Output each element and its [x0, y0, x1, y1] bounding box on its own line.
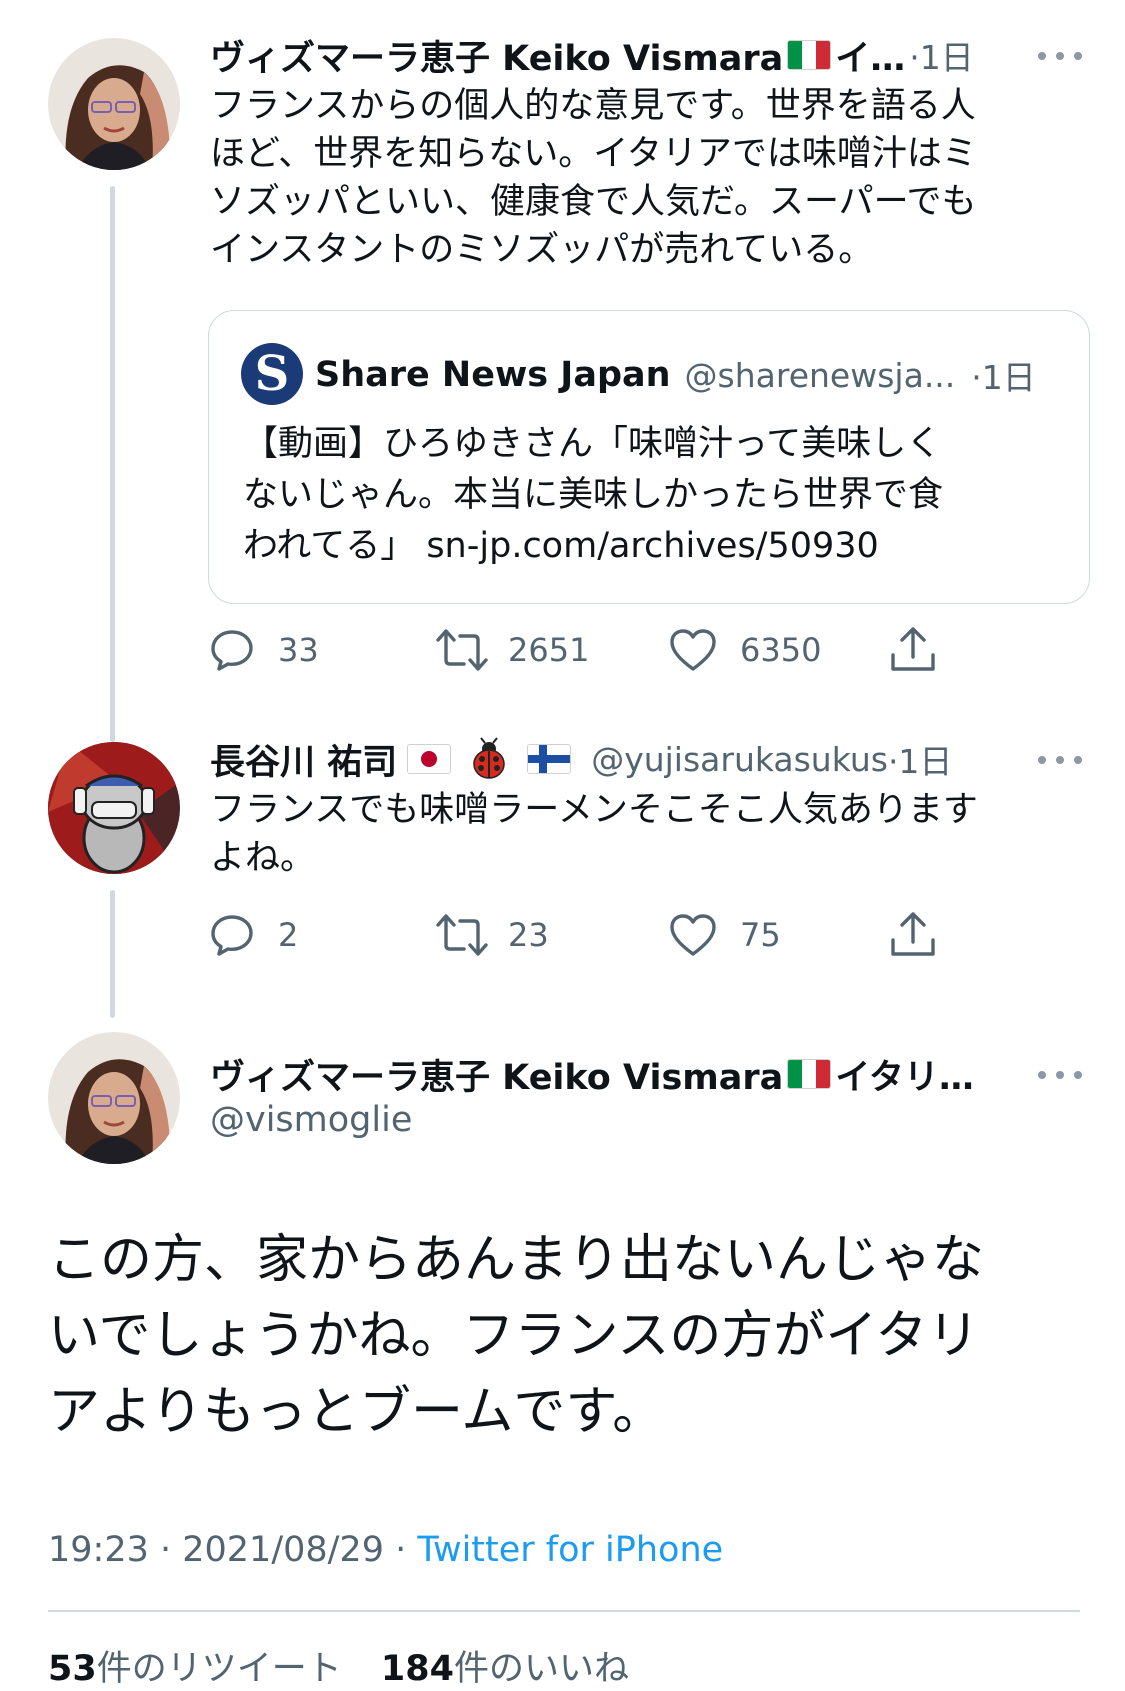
like-stat-count: 184: [380, 1649, 454, 1689]
quote-author-name: Share News Japan: [315, 355, 671, 395]
reply-button[interactable]: 33: [208, 625, 319, 675]
timestamp-text: 19:23 · 2021/08/29 ·: [48, 1530, 418, 1570]
tweet2-header: 長谷川 祐司 @yujisarukasukus ·1日: [210, 735, 1030, 783]
retweet-count: 23: [508, 916, 549, 954]
quote-tweet-card[interactable]: S Share News Japan @sharenewsja... ·1日 【…: [208, 310, 1090, 604]
main-header: ヴィズマーラ恵子 Keiko Vismara イタリ…: [210, 1050, 1030, 1098]
thread-line: [110, 890, 115, 1018]
share-upload-icon: [891, 627, 935, 671]
avatar-keiko[interactable]: [48, 38, 180, 170]
share-upload-icon: [891, 912, 935, 956]
main-tweet-text: この方、家からあんまり出ないんじゃな いでしょうかね。フランスの方がイタリ アよ…: [48, 1230, 985, 1442]
speech-bubble-icon: [211, 630, 253, 671]
retweet-arrows-icon: [436, 629, 488, 671]
author-handle[interactable]: @vismoglie: [210, 1100, 412, 1140]
italy-flag-icon: [787, 40, 832, 70]
like-count: 75: [740, 916, 781, 954]
reply-button[interactable]: 2: [208, 910, 298, 960]
source-app-link[interactable]: Twitter for iPhone: [417, 1530, 723, 1570]
share-news-logo: S: [241, 343, 303, 405]
like-button[interactable]: 6350: [668, 625, 821, 675]
retweet-count: 2651: [508, 631, 590, 669]
like-count: 6350: [740, 631, 822, 669]
tweet-time[interactable]: ·1日: [909, 31, 974, 79]
thread-line: [110, 186, 115, 742]
retweet-stat-count: 53: [48, 1649, 97, 1689]
author-name[interactable]: ヴィズマーラ恵子 Keiko Vismara: [210, 1050, 783, 1098]
share-button[interactable]: [888, 625, 938, 675]
author-name-suffix[interactable]: イ…: [835, 31, 905, 79]
tweet-timestamp: 19:23 · 2021/08/29 · Twitter for iPhone: [48, 1530, 723, 1570]
like-stat-label: 件のいいね: [453, 1649, 629, 1689]
reply-count: 2: [278, 916, 299, 954]
reply-count: 33: [278, 631, 319, 669]
author-name-suffix[interactable]: イタリ…: [835, 1050, 974, 1098]
more-dots-icon[interactable]: [1038, 1069, 1082, 1081]
retweet-button[interactable]: 2651: [434, 625, 589, 675]
tweet1-header: ヴィズマーラ恵子 Keiko Vismara イ… ·1日: [210, 31, 1030, 79]
heart-icon: [670, 629, 716, 671]
tweet2-actions: 2 23 75: [208, 910, 1008, 960]
engagement-stats: 53件のリツイート 184件のいいね: [48, 1640, 629, 1691]
author-name[interactable]: 長谷川 祐司: [210, 735, 397, 783]
speech-bubble-icon: [211, 915, 253, 956]
avatar-yuji[interactable]: [48, 742, 180, 874]
more-dots-icon[interactable]: [1038, 754, 1082, 766]
author-name[interactable]: ヴィズマーラ恵子 Keiko Vismara: [210, 31, 783, 79]
divider: [48, 1610, 1080, 1612]
quote-time: ·1日: [971, 358, 1036, 397]
author-handle[interactable]: @yujisarukasukus: [591, 740, 888, 779]
retweet-stat[interactable]: 53件のリツイート: [48, 1649, 342, 1689]
tweet1-actions: 33 2651 6350: [208, 625, 1008, 675]
retweet-stat-label: 件のリツイート: [96, 1649, 342, 1689]
quote-header: Share News Japan @sharenewsja... ·1日: [315, 351, 1075, 399]
ladybug-emoji: [467, 737, 511, 781]
tweet-time[interactable]: ·1日: [888, 735, 953, 783]
japan-flag-icon: [407, 744, 452, 774]
retweet-button[interactable]: 23: [434, 910, 549, 960]
finland-flag-icon: [527, 744, 572, 774]
share-button[interactable]: [888, 910, 938, 960]
more-dots-icon[interactable]: [1038, 50, 1082, 62]
retweet-arrows-icon: [436, 914, 488, 956]
quote-text: 【動画】ひろゆきさん「味噌汁って美味しく ないじゃん。本当に美味しかったら世界で…: [243, 424, 944, 566]
heart-icon: [670, 914, 716, 956]
like-stat[interactable]: 184件のいいね: [381, 1649, 629, 1689]
like-button[interactable]: 75: [668, 910, 781, 960]
tweet1-text: フランスからの個人的な意見です。世界を語る人 ほど、世界を知らない。イタリアでは…: [210, 86, 977, 270]
avatar-keiko-main[interactable]: [48, 1032, 180, 1164]
italy-flag-icon: [787, 1059, 832, 1089]
tweet2-text: フランスでも味噌ラーメンそこそこ人気あります よね。: [210, 790, 978, 878]
quote-handle: @sharenewsja...: [684, 355, 956, 395]
